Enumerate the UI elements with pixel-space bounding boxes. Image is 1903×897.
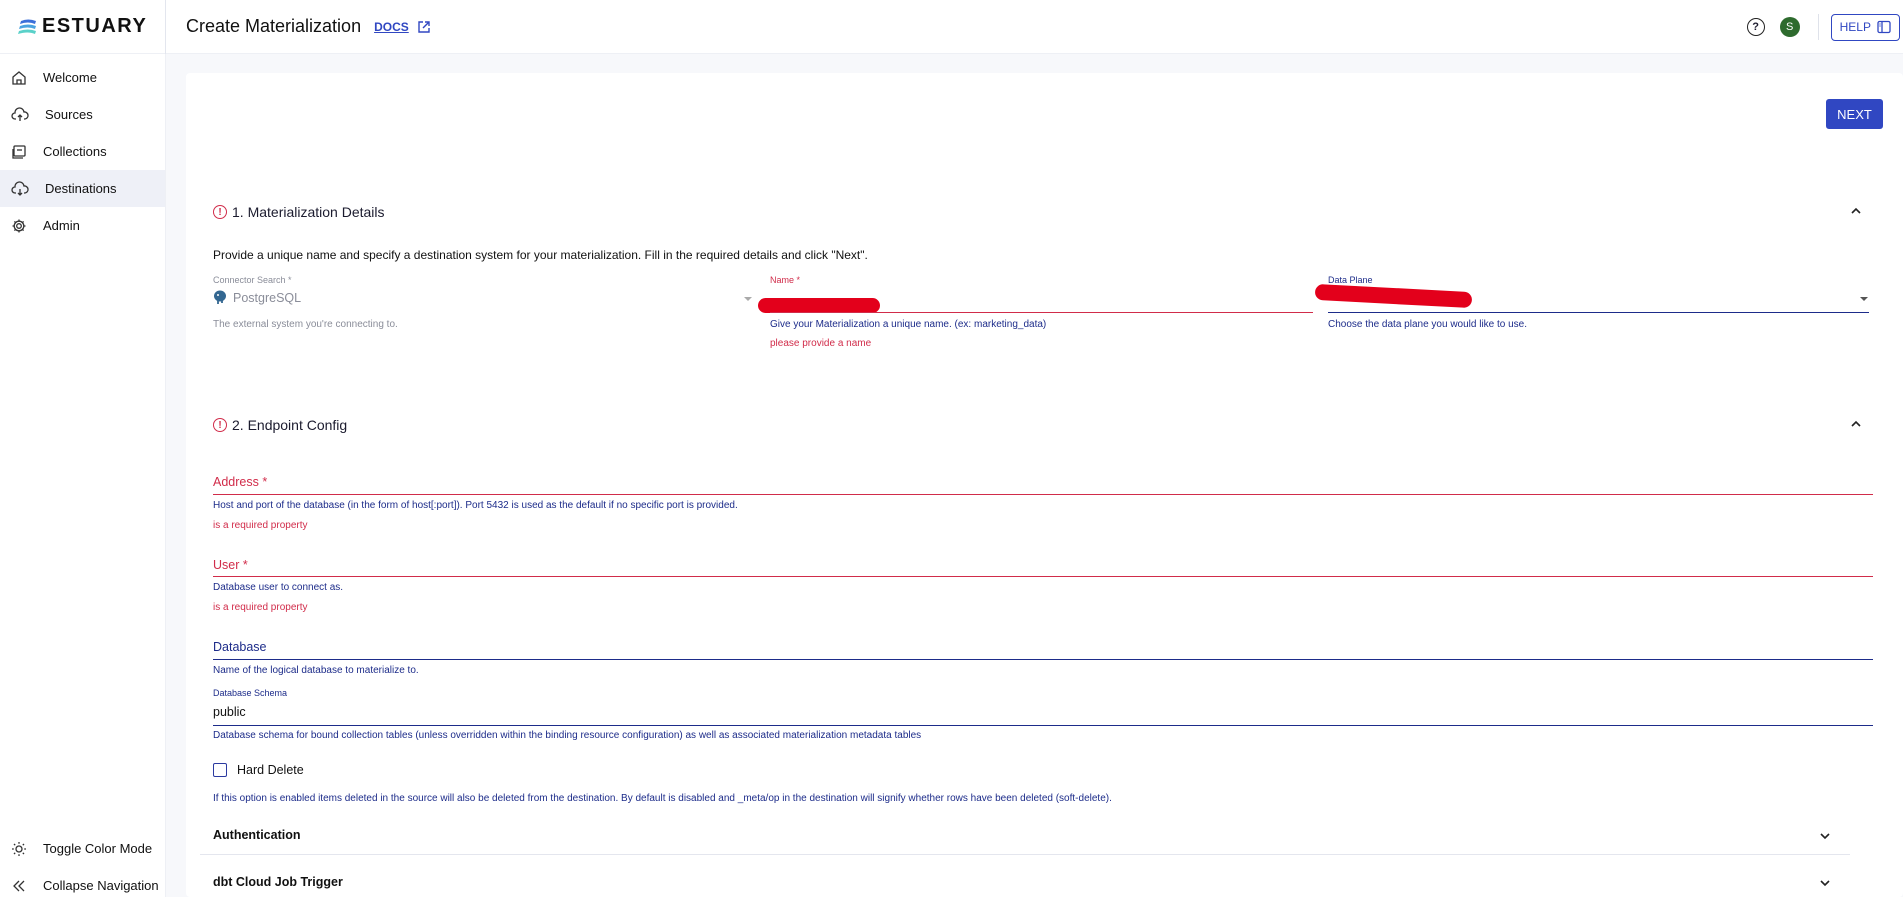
connector-search-value: PostgreSQL — [233, 291, 302, 305]
section-endpoint-config-header[interactable]: ! 2. Endpoint Config — [213, 413, 1863, 437]
page-title: Create Materialization — [186, 16, 362, 36]
name-label: Name * — [770, 275, 801, 285]
top-right-actions: ? S HELP — [1746, 0, 1903, 54]
top-bar: ESTUARY Create Materialization DOCS ? S … — [0, 0, 1903, 54]
sidebar-item-label: Admin — [43, 218, 80, 233]
database-help: Name of the logical database to material… — [213, 665, 419, 676]
home-icon — [12, 70, 26, 85]
sidebar-item-admin[interactable]: Admin — [0, 207, 165, 244]
hard-delete-checkbox-row[interactable]: Hard Delete — [213, 763, 304, 777]
redaction-mark — [758, 298, 880, 313]
collection-icon — [12, 144, 26, 159]
database-schema-input[interactable]: public — [213, 703, 1873, 723]
authentication-accordion[interactable]: Authentication — [200, 815, 1850, 855]
connector-search-label: Connector Search * — [213, 275, 292, 285]
sidebar-item-label: Welcome — [43, 70, 97, 85]
data-plane-help: Choose the data plane you would like to … — [1328, 319, 1528, 330]
accordion-title: dbt Cloud Job Trigger — [213, 875, 343, 889]
name-help: Give your Materialization a unique name.… — [770, 319, 1047, 330]
docs-link[interactable]: DOCS — [374, 20, 409, 34]
database-schema-underline — [213, 725, 1873, 726]
logo-text: ESTUARY — [42, 15, 148, 37]
section-title: 2. Endpoint Config — [232, 417, 348, 433]
main-content: NEXT ! 1. Materialization Details Provid… — [186, 73, 1903, 897]
help-button-label: HELP — [1839, 20, 1871, 34]
database-underline — [213, 659, 1873, 660]
sidebar-item-label: Destinations — [45, 181, 117, 196]
sidebar: Welcome Sources Collections Destinations… — [0, 54, 166, 897]
sidebar-item-sources[interactable]: Sources — [0, 96, 165, 133]
error-icon: ! — [213, 205, 227, 219]
user-error: is a required property — [213, 602, 308, 613]
connector-search-input[interactable]: PostgreSQL — [213, 289, 753, 309]
database-schema-value: public — [213, 705, 246, 719]
chevron-down-icon[interactable] — [1818, 829, 1832, 843]
dropdown-arrow-icon[interactable] — [1859, 295, 1869, 303]
hard-delete-checkbox[interactable] — [213, 763, 227, 777]
data-plane-label: Data Plane — [1328, 275, 1373, 285]
external-link-icon[interactable] — [417, 20, 431, 34]
chevron-down-icon[interactable] — [1818, 876, 1832, 890]
dropdown-arrow-icon[interactable] — [743, 295, 753, 303]
estuary-logo[interactable]: ESTUARY — [18, 0, 166, 54]
section-title: 1. Materialization Details — [232, 204, 385, 220]
gear-icon — [12, 219, 26, 232]
error-icon: ! — [213, 418, 227, 432]
toggle-color-mode-button[interactable]: Toggle Color Mode — [0, 830, 166, 867]
postgresql-logo-icon — [214, 290, 226, 304]
hard-delete-help: If this option is enabled items deleted … — [213, 793, 1112, 804]
connector-search-help: The external system you're connecting to… — [213, 319, 398, 330]
sun-icon — [12, 841, 26, 856]
collapse-navigation-label: Collapse Navigation — [43, 878, 159, 893]
user-label: User * — [213, 558, 248, 572]
section-instructions: Provide a unique name and specify a dest… — [213, 248, 868, 262]
next-button[interactable]: NEXT — [1826, 99, 1883, 129]
address-input[interactable]: Address * — [213, 473, 1873, 495]
name-error: please provide a name — [770, 338, 872, 349]
side-panel-icon — [1877, 20, 1891, 34]
user-input[interactable]: User * — [213, 556, 1873, 578]
sidebar-item-label: Collections — [43, 144, 107, 159]
data-plane-underline — [1328, 312, 1869, 313]
sidebar-item-welcome[interactable]: Welcome — [0, 59, 165, 96]
database-input[interactable]: Database — [213, 638, 1873, 660]
address-error: is a required property — [213, 520, 308, 531]
chevron-up-icon[interactable] — [1849, 204, 1863, 218]
help-button[interactable]: HELP — [1830, 13, 1900, 41]
database-schema-label: Database Schema — [213, 688, 288, 698]
cloud-upload-icon — [11, 106, 29, 121]
user-underline — [213, 576, 1873, 577]
dbt-cloud-job-trigger-accordion[interactable]: dbt Cloud Job Trigger — [200, 862, 1850, 897]
sidebar-item-label: Sources — [45, 107, 93, 122]
section-materialization-details-header[interactable]: ! 1. Materialization Details — [213, 200, 1863, 224]
name-input-underline — [770, 312, 1313, 313]
address-label: Address * — [213, 475, 268, 489]
sidebar-item-collections[interactable]: Collections — [0, 133, 165, 170]
divider — [1817, 14, 1819, 40]
user-help: Database user to connect as. — [213, 582, 344, 593]
help-circle-icon[interactable]: ? — [1746, 18, 1765, 36]
chevron-up-icon[interactable] — [1849, 417, 1863, 431]
hard-delete-label: Hard Delete — [237, 763, 304, 777]
address-underline — [213, 494, 1873, 495]
database-schema-help: Database schema for bound collection tab… — [213, 730, 922, 741]
sidebar-item-destinations[interactable]: Destinations — [0, 170, 165, 207]
estuary-logo-icon — [18, 19, 36, 34]
toggle-color-mode-label: Toggle Color Mode — [43, 841, 153, 856]
accordion-title: Authentication — [213, 827, 301, 842]
cloud-download-icon — [11, 180, 29, 196]
double-chevron-left-icon — [13, 880, 25, 891]
address-help: Host and port of the database (in the fo… — [213, 500, 738, 511]
avatar[interactable]: S — [1779, 17, 1800, 37]
database-label: Database — [213, 640, 267, 654]
collapse-navigation-button[interactable]: Collapse Navigation — [0, 867, 166, 897]
